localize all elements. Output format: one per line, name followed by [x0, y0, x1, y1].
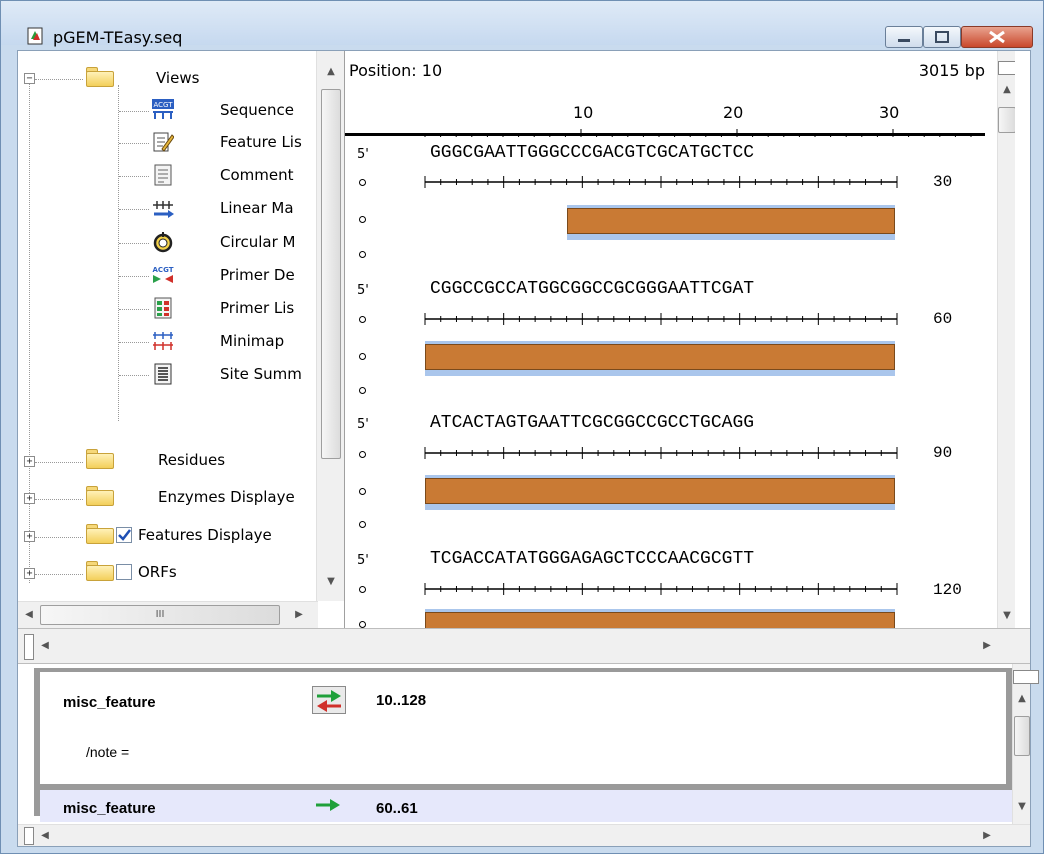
tree-item-feature-list[interactable]: Feature Lis: [220, 133, 302, 151]
app-document-icon: [27, 27, 43, 45]
feature-list-icon: [153, 132, 174, 152]
tree-item-residues[interactable]: Residues: [158, 451, 225, 469]
tree-item-site-summary[interactable]: Site Summ: [220, 365, 302, 383]
folder-icon: [86, 67, 114, 87]
checkmark-icon: [118, 529, 131, 541]
window-title: pGEM-TEasy.seq: [53, 28, 183, 47]
scroll-right-arrow-icon[interactable]: ▶: [978, 637, 996, 655]
features-expand-toggle[interactable]: +: [24, 531, 35, 542]
strand-toggle-button[interactable]: [312, 792, 346, 820]
scroll-right-arrow-icon[interactable]: ▶: [290, 606, 308, 624]
folder-icon: [86, 486, 114, 506]
tree-item-features-displayed[interactable]: Features Displaye: [138, 526, 272, 544]
tree-item-comment[interactable]: Comment: [220, 166, 294, 184]
scroll-up-arrow-icon[interactable]: ▲: [322, 63, 340, 81]
tree-vertical-scrollbar[interactable]: ▲ ▼: [316, 51, 344, 601]
maximize-button[interactable]: [923, 26, 961, 48]
folder-icon: [86, 524, 114, 544]
tree-item-sequence[interactable]: Sequence: [220, 101, 294, 119]
sequence-view[interactable]: Position: 10 3015 bp 10 20 30 5' GGGCGAA…: [345, 51, 1015, 628]
tree-item-linear-map[interactable]: Linear Ma: [220, 199, 294, 217]
split-box[interactable]: [24, 634, 34, 660]
svg-text:ACGT: ACGT: [153, 101, 173, 109]
feature-type: misc_feature: [63, 800, 156, 817]
bidirectional-arrow-icon: [317, 690, 341, 712]
sequence-scroll-thumb[interactable]: [998, 107, 1015, 133]
document-client-area: − Views ACGT Sequence Feature Lis Commen…: [17, 50, 1039, 847]
tree-horizontal-scrollbar[interactable]: ◀ III ▶: [18, 601, 318, 628]
minimize-button[interactable]: [885, 26, 923, 48]
tree-hscroll-thumb[interactable]: III: [40, 605, 280, 625]
orfs-checkbox[interactable]: [116, 564, 132, 580]
tree-item-primer-design[interactable]: Primer De: [220, 266, 295, 284]
feature-record[interactable]: misc_feature 60..61: [40, 790, 1018, 822]
minimize-icon: [898, 39, 910, 42]
split-box[interactable]: [24, 827, 34, 845]
svg-text:ACGT: ACGT: [153, 266, 174, 274]
enzymes-expand-toggle[interactable]: +: [24, 493, 35, 504]
tree-item-orfs[interactable]: ORFs: [138, 563, 177, 581]
strand-toggle-button[interactable]: [312, 686, 346, 714]
feature-record[interactable]: misc_feature 10..128 /note =: [40, 672, 1006, 784]
minimap-icon: [153, 332, 173, 350]
sequence-horizontal-scrollbar[interactable]: ◀ ▶: [18, 628, 1030, 664]
linear-map-icon: [153, 201, 174, 218]
folder-icon: [86, 449, 114, 469]
comment-icon: [154, 164, 172, 186]
feature-detail-pane: misc_feature 10..128 /note = misc_featur…: [18, 664, 1039, 846]
scroll-down-arrow-icon[interactable]: ▼: [322, 573, 340, 591]
close-button[interactable]: [961, 26, 1033, 48]
features-displayed-checkbox[interactable]: [116, 527, 132, 543]
residues-expand-toggle[interactable]: +: [24, 456, 35, 467]
detail-scroll-thumb[interactable]: [1014, 716, 1030, 756]
sequence-view-icon: ACGT: [152, 99, 174, 119]
feature-range: 60..61: [376, 800, 418, 817]
tree-item-enzymes-displayed[interactable]: Enzymes Displaye: [158, 488, 295, 506]
sequence-tick-rulers: [424, 176, 898, 595]
detail-vertical-scrollbar[interactable]: ▲ ▼: [1012, 664, 1039, 824]
scroll-left-arrow-icon[interactable]: ◀: [36, 827, 54, 845]
tree-item-views[interactable]: Views: [156, 69, 199, 87]
scroll-up-arrow-icon[interactable]: ▲: [1013, 690, 1031, 708]
tree-item-circular-map[interactable]: Circular M: [220, 233, 295, 251]
site-summary-icon: [154, 363, 172, 385]
feature-range: 10..128: [376, 692, 427, 709]
primer-list-icon: [154, 297, 172, 319]
tree-item-primer-list[interactable]: Primer Lis: [220, 299, 294, 317]
primer-design-icon: ACGT: [153, 266, 174, 283]
scroll-down-arrow-icon[interactable]: ▼: [998, 607, 1015, 625]
scroll-up-arrow-icon[interactable]: ▲: [998, 81, 1015, 99]
scroll-left-arrow-icon[interactable]: ◀: [20, 606, 38, 624]
app-window: pGEM-TEasy.seq − Views ACGT Sequence Fea…: [0, 0, 1044, 854]
scroll-down-arrow-icon[interactable]: ▼: [1013, 798, 1031, 816]
restore-icon: [935, 31, 949, 43]
tree-scroll-thumb[interactable]: [321, 89, 341, 459]
scroll-right-arrow-icon[interactable]: ▶: [978, 827, 996, 845]
split-box[interactable]: [998, 61, 1015, 75]
circular-map-icon: [153, 232, 173, 253]
feature-note-qualifier[interactable]: /note =: [86, 744, 129, 760]
sequence-vertical-scrollbar[interactable]: ▲ ▼: [997, 51, 1015, 628]
feature-type: misc_feature: [63, 694, 156, 711]
detail-horizontal-scrollbar[interactable]: ◀ ▶: [18, 824, 1030, 846]
close-icon: [989, 30, 1005, 44]
split-box[interactable]: [1013, 670, 1039, 684]
scroll-left-arrow-icon[interactable]: ◀: [36, 637, 54, 655]
views-collapse-toggle[interactable]: −: [24, 73, 35, 84]
forward-arrow-icon: [316, 799, 340, 811]
folder-icon: [86, 561, 114, 581]
tree-item-minimap[interactable]: Minimap: [220, 332, 284, 350]
orfs-expand-toggle[interactable]: +: [24, 568, 35, 579]
navigator-tree: − Views ACGT Sequence Feature Lis Commen…: [18, 51, 345, 628]
